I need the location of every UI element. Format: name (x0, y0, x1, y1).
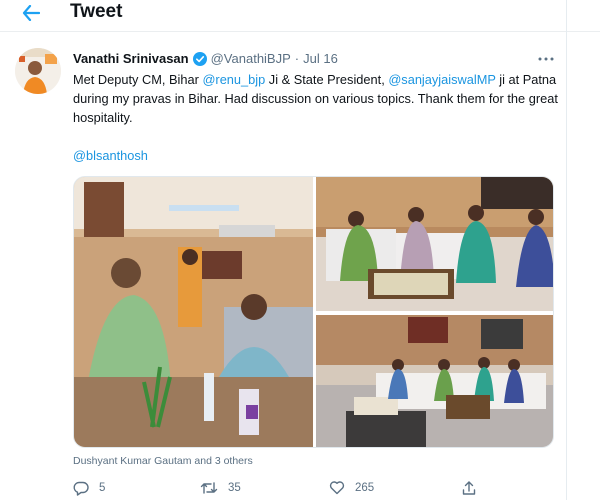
author-avatar[interactable] (15, 48, 61, 94)
media-grid (73, 176, 554, 448)
tweet-date[interactable]: Jul 16 (303, 51, 338, 66)
verified-badge-icon (192, 51, 207, 66)
reply-icon (73, 481, 89, 496)
more-options-button[interactable] (536, 48, 556, 64)
back-arrow-icon (22, 5, 40, 21)
media-photo[interactable] (316, 177, 554, 311)
page-title: Tweet (70, 1, 123, 22)
like-icon (329, 481, 345, 495)
meta-separator: · (294, 51, 300, 66)
avatar-image (15, 48, 61, 94)
more-options-icon (538, 57, 554, 61)
media-photo[interactable] (74, 177, 313, 448)
mention-link[interactable]: @sanjayjaiswalMP (388, 72, 495, 87)
retweet-button[interactable]: 35 (200, 480, 241, 496)
tweet-header: Tweet (0, 0, 600, 26)
mention-link[interactable]: @renu_bjp (202, 72, 265, 87)
tweet-actions: 5 35 265 (73, 480, 513, 498)
author-handle[interactable]: @VanathiBJP (211, 51, 291, 66)
tweet-text: Met Deputy CM, Bihar @renu_bjp Ji & Stat… (73, 70, 561, 127)
share-icon (462, 481, 476, 495)
retweet-icon (200, 482, 218, 494)
back-button[interactable] (20, 2, 42, 24)
header-divider (0, 31, 600, 32)
like-button[interactable]: 265 (329, 480, 374, 495)
reply-count: 5 (99, 482, 106, 494)
column-border (566, 0, 567, 500)
share-button[interactable] (461, 480, 477, 496)
like-count: 265 (355, 481, 375, 494)
retweet-count: 35 (228, 482, 241, 494)
tweet-text-part: Met Deputy CM, Bihar (73, 72, 203, 87)
mention-link[interactable]: @blsanthosh (73, 148, 148, 163)
author-name[interactable]: Vanathi Srinivasan (73, 51, 189, 66)
reply-button[interactable]: 5 (73, 480, 105, 496)
tweet-text-part: Ji & State President, (265, 72, 389, 87)
media-photo[interactable] (316, 315, 554, 448)
tweet-meta: Vanathi Srinivasan @VanathiBJP · Jul 16 (73, 51, 338, 66)
tagged-people-link[interactable]: Dushyant Kumar Gautam and 3 others (73, 455, 253, 467)
